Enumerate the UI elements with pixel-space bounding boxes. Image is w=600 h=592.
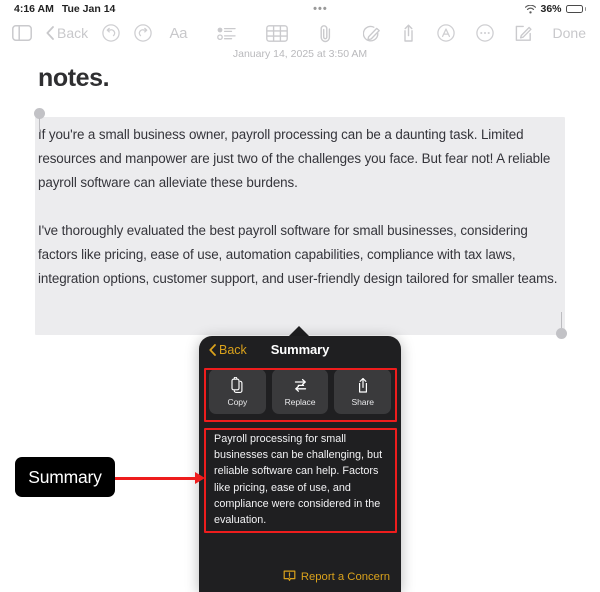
note-title: notes. xyxy=(38,64,110,92)
toolbar-center-group: Aa xyxy=(152,20,400,46)
annotation-callout-label: Summary xyxy=(28,466,102,487)
status-bar-center: ••• xyxy=(115,3,525,15)
annotation-box-actions xyxy=(204,368,397,422)
report-a-concern-label: Report a Concern xyxy=(300,570,390,583)
toolbar-left-group: Back xyxy=(0,20,152,46)
paperclip-icon[interactable] xyxy=(318,20,333,46)
back-button[interactable]: Back xyxy=(46,25,88,41)
battery-percent-label: 36% xyxy=(540,3,562,15)
dynamic-island-dots: ••• xyxy=(313,3,328,15)
apple-intelligence-icon[interactable] xyxy=(436,20,455,46)
popover-header: Back Summary xyxy=(199,336,401,363)
wifi-icon xyxy=(525,4,537,14)
markup-pen-icon[interactable] xyxy=(363,20,383,46)
redo-icon[interactable] xyxy=(134,20,152,46)
status-time: 4:16 AM xyxy=(14,3,54,15)
report-concern-icon xyxy=(283,570,296,583)
annotation-arrow-line xyxy=(115,477,197,480)
note-toolbar: Back Aa Done xyxy=(0,18,600,48)
note-paragraph-2[interactable]: I've thoroughly evaluated the best payro… xyxy=(38,219,560,291)
sidebar-toggle-icon[interactable] xyxy=(12,20,32,46)
done-button[interactable]: Done xyxy=(553,25,586,41)
toolbar-right-group: Done xyxy=(401,20,600,46)
battery-icon xyxy=(565,4,586,14)
note-datestamp: January 14, 2025 at 3:50 AM xyxy=(232,48,368,60)
more-ellipsis-icon[interactable] xyxy=(475,20,494,46)
popover-title: Summary xyxy=(270,342,330,357)
table-icon[interactable] xyxy=(266,20,289,46)
status-bar-left: 4:16 AM Tue Jan 14 xyxy=(14,3,115,15)
share-icon[interactable] xyxy=(401,20,416,46)
status-date: Tue Jan 14 xyxy=(61,3,116,15)
status-bar-right: 36% xyxy=(525,3,586,15)
annotation-box-summary xyxy=(204,428,397,533)
checklist-icon[interactable] xyxy=(217,20,236,46)
annotation-callout-summary: Summary xyxy=(15,457,115,497)
chevron-left-icon xyxy=(46,26,54,40)
compose-icon[interactable] xyxy=(515,20,532,46)
note-paragraph-1[interactable]: If you're a small business owner, payrol… xyxy=(38,123,560,195)
back-button-label: Back xyxy=(57,25,89,41)
status-bar: 4:16 AM Tue Jan 14 ••• 36% xyxy=(0,0,600,18)
report-a-concern-button[interactable]: Report a Concern xyxy=(283,570,390,583)
annotation-arrow-head xyxy=(195,472,205,484)
undo-icon[interactable] xyxy=(102,20,120,46)
format-text-button[interactable]: Aa xyxy=(169,20,187,46)
